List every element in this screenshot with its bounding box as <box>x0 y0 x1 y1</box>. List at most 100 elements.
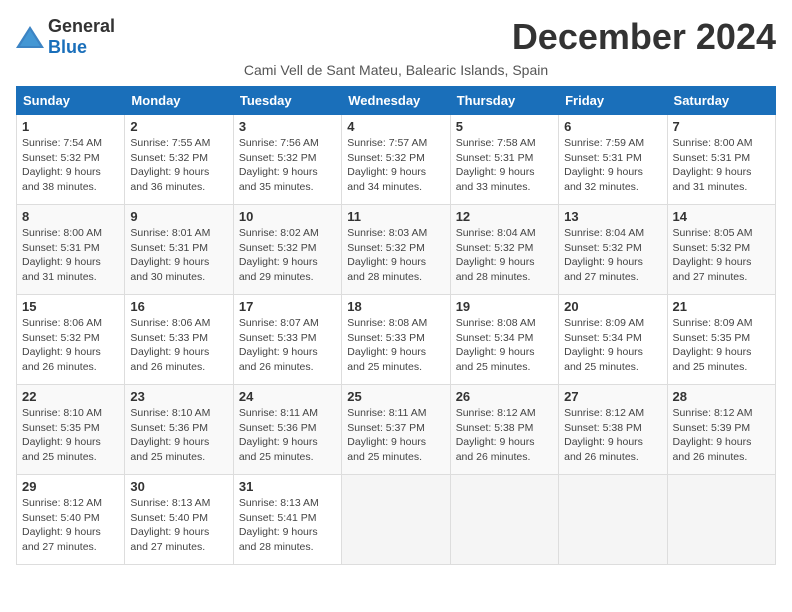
day-cell-21: 21 Sunrise: 8:09 AM Sunset: 5:35 PM Dayl… <box>667 295 775 385</box>
day-info: Sunrise: 8:11 AM Sunset: 5:36 PM Dayligh… <box>239 407 318 463</box>
empty-cell <box>559 475 667 565</box>
day-number: 5 <box>456 119 553 134</box>
day-cell-17: 17 Sunrise: 8:07 AM Sunset: 5:33 PM Dayl… <box>233 295 341 385</box>
day-info: Sunrise: 8:06 AM Sunset: 5:32 PM Dayligh… <box>22 317 102 373</box>
day-cell-5: 5 Sunrise: 7:58 AM Sunset: 5:31 PM Dayli… <box>450 115 558 205</box>
day-info: Sunrise: 8:09 AM Sunset: 5:35 PM Dayligh… <box>673 317 753 373</box>
day-info: Sunrise: 8:07 AM Sunset: 5:33 PM Dayligh… <box>239 317 319 373</box>
header-sunday: Sunday <box>17 87 125 115</box>
day-number: 3 <box>239 119 336 134</box>
calendar-table: Sunday Monday Tuesday Wednesday Thursday… <box>16 86 776 565</box>
day-cell-8: 8 Sunrise: 8:00 AM Sunset: 5:31 PM Dayli… <box>17 205 125 295</box>
day-number: 30 <box>130 479 227 494</box>
day-cell-22: 22 Sunrise: 8:10 AM Sunset: 5:35 PM Dayl… <box>17 385 125 475</box>
day-info: Sunrise: 8:00 AM Sunset: 5:31 PM Dayligh… <box>673 137 753 193</box>
day-number: 12 <box>456 209 553 224</box>
day-info: Sunrise: 8:08 AM Sunset: 5:33 PM Dayligh… <box>347 317 427 373</box>
logo-icon <box>16 26 44 48</box>
day-info: Sunrise: 8:13 AM Sunset: 5:40 PM Dayligh… <box>130 497 210 553</box>
day-number: 29 <box>22 479 119 494</box>
empty-cell <box>450 475 558 565</box>
week-row-1: 1 Sunrise: 7:54 AM Sunset: 5:32 PM Dayli… <box>17 115 776 205</box>
day-number: 18 <box>347 299 444 314</box>
day-cell-24: 24 Sunrise: 8:11 AM Sunset: 5:36 PM Dayl… <box>233 385 341 475</box>
day-info: Sunrise: 8:04 AM Sunset: 5:32 PM Dayligh… <box>564 227 644 283</box>
day-number: 25 <box>347 389 444 404</box>
day-cell-14: 14 Sunrise: 8:05 AM Sunset: 5:32 PM Dayl… <box>667 205 775 295</box>
day-number: 11 <box>347 209 444 224</box>
day-number: 14 <box>673 209 770 224</box>
day-cell-7: 7 Sunrise: 8:00 AM Sunset: 5:31 PM Dayli… <box>667 115 775 205</box>
day-info: Sunrise: 7:57 AM Sunset: 5:32 PM Dayligh… <box>347 137 427 193</box>
day-cell-28: 28 Sunrise: 8:12 AM Sunset: 5:39 PM Dayl… <box>667 385 775 475</box>
day-cell-9: 9 Sunrise: 8:01 AM Sunset: 5:31 PM Dayli… <box>125 205 233 295</box>
empty-cell <box>667 475 775 565</box>
month-title: December 2024 <box>512 16 776 58</box>
day-number: 13 <box>564 209 661 224</box>
day-number: 19 <box>456 299 553 314</box>
day-cell-2: 2 Sunrise: 7:55 AM Sunset: 5:32 PM Dayli… <box>125 115 233 205</box>
logo: General Blue <box>16 16 115 58</box>
page-header: General Blue December 2024 <box>16 16 776 58</box>
day-cell-29: 29 Sunrise: 8:12 AM Sunset: 5:40 PM Dayl… <box>17 475 125 565</box>
day-info: Sunrise: 8:12 AM Sunset: 5:39 PM Dayligh… <box>673 407 753 463</box>
day-number: 10 <box>239 209 336 224</box>
day-cell-19: 19 Sunrise: 8:08 AM Sunset: 5:34 PM Dayl… <box>450 295 558 385</box>
day-cell-30: 30 Sunrise: 8:13 AM Sunset: 5:40 PM Dayl… <box>125 475 233 565</box>
week-row-2: 8 Sunrise: 8:00 AM Sunset: 5:31 PM Dayli… <box>17 205 776 295</box>
day-cell-27: 27 Sunrise: 8:12 AM Sunset: 5:38 PM Dayl… <box>559 385 667 475</box>
location-subtitle: Cami Vell de Sant Mateu, Balearic Island… <box>16 62 776 78</box>
day-number: 23 <box>130 389 227 404</box>
day-number: 7 <box>673 119 770 134</box>
day-number: 17 <box>239 299 336 314</box>
day-number: 1 <box>22 119 119 134</box>
week-row-3: 15 Sunrise: 8:06 AM Sunset: 5:32 PM Dayl… <box>17 295 776 385</box>
day-info: Sunrise: 8:05 AM Sunset: 5:32 PM Dayligh… <box>673 227 753 283</box>
day-cell-3: 3 Sunrise: 7:56 AM Sunset: 5:32 PM Dayli… <box>233 115 341 205</box>
day-info: Sunrise: 7:55 AM Sunset: 5:32 PM Dayligh… <box>130 137 210 193</box>
day-info: Sunrise: 8:06 AM Sunset: 5:33 PM Dayligh… <box>130 317 210 373</box>
day-cell-31: 31 Sunrise: 8:13 AM Sunset: 5:41 PM Dayl… <box>233 475 341 565</box>
week-row-4: 22 Sunrise: 8:10 AM Sunset: 5:35 PM Dayl… <box>17 385 776 475</box>
day-number: 21 <box>673 299 770 314</box>
day-info: Sunrise: 7:54 AM Sunset: 5:32 PM Dayligh… <box>22 137 102 193</box>
header-friday: Friday <box>559 87 667 115</box>
day-cell-25: 25 Sunrise: 8:11 AM Sunset: 5:37 PM Dayl… <box>342 385 450 475</box>
day-number: 2 <box>130 119 227 134</box>
day-info: Sunrise: 8:11 AM Sunset: 5:37 PM Dayligh… <box>347 407 426 463</box>
day-info: Sunrise: 8:02 AM Sunset: 5:32 PM Dayligh… <box>239 227 319 283</box>
day-number: 20 <box>564 299 661 314</box>
day-info: Sunrise: 8:01 AM Sunset: 5:31 PM Dayligh… <box>130 227 210 283</box>
day-number: 28 <box>673 389 770 404</box>
week-row-5: 29 Sunrise: 8:12 AM Sunset: 5:40 PM Dayl… <box>17 475 776 565</box>
day-cell-26: 26 Sunrise: 8:12 AM Sunset: 5:38 PM Dayl… <box>450 385 558 475</box>
day-cell-16: 16 Sunrise: 8:06 AM Sunset: 5:33 PM Dayl… <box>125 295 233 385</box>
day-number: 27 <box>564 389 661 404</box>
day-number: 22 <box>22 389 119 404</box>
day-info: Sunrise: 7:59 AM Sunset: 5:31 PM Dayligh… <box>564 137 644 193</box>
logo-general: General <box>48 16 115 36</box>
day-info: Sunrise: 8:12 AM Sunset: 5:38 PM Dayligh… <box>456 407 536 463</box>
day-info: Sunrise: 8:10 AM Sunset: 5:36 PM Dayligh… <box>130 407 210 463</box>
day-info: Sunrise: 8:09 AM Sunset: 5:34 PM Dayligh… <box>564 317 644 373</box>
day-info: Sunrise: 8:00 AM Sunset: 5:31 PM Dayligh… <box>22 227 102 283</box>
day-headers-row: Sunday Monday Tuesday Wednesday Thursday… <box>17 87 776 115</box>
header-thursday: Thursday <box>450 87 558 115</box>
day-number: 15 <box>22 299 119 314</box>
day-cell-4: 4 Sunrise: 7:57 AM Sunset: 5:32 PM Dayli… <box>342 115 450 205</box>
day-cell-15: 15 Sunrise: 8:06 AM Sunset: 5:32 PM Dayl… <box>17 295 125 385</box>
day-number: 9 <box>130 209 227 224</box>
day-info: Sunrise: 7:56 AM Sunset: 5:32 PM Dayligh… <box>239 137 319 193</box>
day-info: Sunrise: 8:03 AM Sunset: 5:32 PM Dayligh… <box>347 227 427 283</box>
day-cell-23: 23 Sunrise: 8:10 AM Sunset: 5:36 PM Dayl… <box>125 385 233 475</box>
day-number: 16 <box>130 299 227 314</box>
header-wednesday: Wednesday <box>342 87 450 115</box>
empty-cell <box>342 475 450 565</box>
day-info: Sunrise: 8:12 AM Sunset: 5:40 PM Dayligh… <box>22 497 102 553</box>
day-number: 31 <box>239 479 336 494</box>
day-cell-6: 6 Sunrise: 7:59 AM Sunset: 5:31 PM Dayli… <box>559 115 667 205</box>
day-cell-13: 13 Sunrise: 8:04 AM Sunset: 5:32 PM Dayl… <box>559 205 667 295</box>
day-number: 24 <box>239 389 336 404</box>
day-number: 8 <box>22 209 119 224</box>
header-saturday: Saturday <box>667 87 775 115</box>
